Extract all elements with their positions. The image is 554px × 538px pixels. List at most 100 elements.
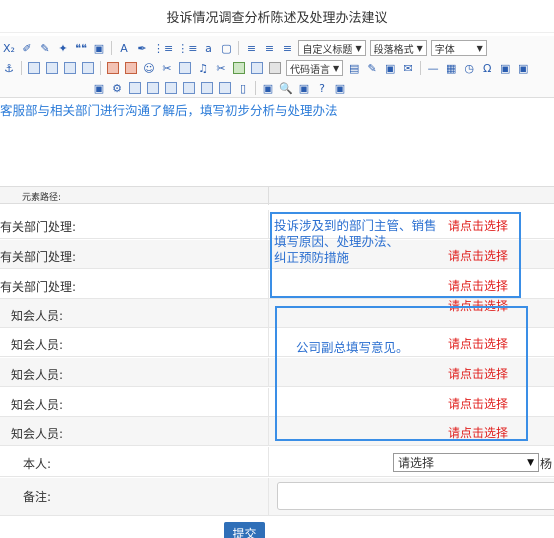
date-icon[interactable]: ▦ [444, 60, 458, 76]
music-icon[interactable]: ♫ [196, 60, 210, 76]
column-divider [268, 240, 269, 268]
image-none-icon[interactable] [28, 62, 40, 74]
snapscreen-icon[interactable]: ▣ [498, 60, 512, 76]
column-divider [268, 388, 269, 416]
image-right-icon[interactable] [64, 62, 76, 74]
print-icon[interactable]: ▣ [261, 80, 275, 96]
insert-image-icon[interactable] [125, 62, 137, 74]
notify-row-label: 知会人员: [11, 368, 64, 382]
time-icon[interactable]: ◷ [462, 60, 476, 76]
image-left-icon[interactable] [46, 62, 58, 74]
custom-title-select-label: 自定义标题 [302, 44, 353, 56]
column-divider [268, 417, 269, 445]
toolbar-row-3: ▣ ⚙ ▯ ▣ 🔍 ▣ ? ▣ [90, 78, 349, 97]
delete-row-icon[interactable] [147, 82, 159, 94]
image-center-icon[interactable] [82, 62, 94, 74]
editor-toolbar: X₂ ✐ ✎ ✦ ❝❝ ▣ A ✒ ⋮≡ ⋮≡ a ▢ ≡ ≡ ≡ 自定义标题 … [0, 36, 554, 98]
table-settings-icon[interactable]: ⚙ [110, 80, 124, 96]
element-path-label: 元素路径: [22, 193, 62, 203]
clear-doc-icon[interactable]: ▢ [219, 40, 233, 56]
blockquote-icon[interactable]: ❝❝ [74, 40, 88, 56]
notify-row-label: 知会人员: [11, 427, 64, 441]
insert-row-icon[interactable] [129, 82, 141, 94]
page-title: 投诉情况调查分析陈述及处理办法建议 [0, 0, 554, 33]
column-divider [268, 299, 269, 327]
ordered-list-icon[interactable]: ⋮≡ [153, 40, 173, 56]
split-rows-icon[interactable]: ▯ [236, 80, 250, 96]
template-icon[interactable]: ▣ [383, 60, 397, 76]
row-spacing-top-icon[interactable]: ≡ [244, 40, 258, 56]
line-height-icon[interactable]: ≡ [280, 40, 294, 56]
remark-input[interactable] [277, 482, 554, 510]
rich-text-editor[interactable]: 客服部与相关部门进行沟通了解后，填写初步分析与处理办法 [0, 98, 554, 186]
dept-annotation-line-2: 填写原因、处理办法、 [274, 234, 400, 249]
chevron-down-icon: ▼ [527, 457, 534, 468]
chevron-down-icon: ▼ [333, 63, 340, 73]
column-divider [268, 358, 269, 386]
custom-title-select[interactable]: 自定义标题 ▼ [298, 40, 366, 56]
toolbar-separator [420, 61, 422, 75]
wordimage-icon[interactable]: ▣ [516, 60, 530, 76]
unordered-list-icon[interactable]: ⋮≡ [177, 40, 197, 56]
notify-row-label: 知会人员: [11, 338, 64, 352]
toolbar-row-1: X₂ ✐ ✎ ✦ ❝❝ ▣ A ✒ ⋮≡ ⋮≡ a ▢ ≡ ≡ ≡ 自定义标题 … [0, 38, 489, 58]
format-brush-icon[interactable]: ✎ [38, 40, 52, 56]
row-spacing-bottom-icon[interactable]: ≡ [262, 40, 276, 56]
page-break-icon[interactable]: ▤ [347, 60, 361, 76]
dept-row-label: 有关部门处理: [0, 280, 77, 294]
simple-upload-icon[interactable] [107, 62, 119, 74]
drafts-icon[interactable]: ▣ [333, 80, 347, 96]
self-select[interactable]: 请选择 ▼ [393, 453, 539, 472]
chevron-down-icon: ▼ [416, 43, 423, 53]
editor-content[interactable]: 客服部与相关部门进行沟通了解后，填写初步分析与处理办法 [0, 100, 338, 119]
self-row-label: 本人: [23, 457, 52, 471]
code-language-select-label: 代码语言 [290, 64, 330, 76]
delete-col-icon[interactable] [183, 82, 195, 94]
highlight-icon[interactable]: ✒ [135, 40, 149, 56]
split-cells-icon[interactable] [219, 82, 231, 94]
submit-button[interactable]: 提交 [224, 522, 265, 538]
dept-row-label: 有关部门处理: [0, 250, 77, 264]
subscript-icon[interactable]: X₂ [2, 40, 16, 56]
chevron-down-icon: ▼ [476, 43, 483, 53]
merge-cells-icon[interactable] [201, 82, 213, 94]
eraser-icon[interactable]: ✐ [20, 40, 34, 56]
insert-frame-icon[interactable] [269, 62, 281, 74]
dept-annotation-line-1: 投诉涉及到的部门主管、销售 [274, 218, 437, 233]
toolbar-row-2: ⚓ ☺ ✂ ♫ ✂ 代码语言 ▼ ▤ ✎ ▣ ✉ — ▦ ◷ Ω ▣ ▣ [0, 58, 532, 78]
webapp-icon[interactable]: ✉ [401, 60, 415, 76]
insert-video-icon[interactable] [179, 62, 191, 74]
column-divider [268, 478, 269, 515]
font-family-select-label: 字体 [434, 44, 455, 56]
gmap-icon[interactable] [251, 62, 263, 74]
dept-annotation-line-3: 纠正预防措施 [274, 250, 350, 265]
toolbar-separator [238, 41, 240, 55]
font-family-select[interactable]: 字体 ▼ [430, 40, 487, 56]
attachment-icon[interactable]: ✂ [214, 60, 228, 76]
select-all-icon[interactable]: a [201, 40, 215, 56]
column-divider [268, 328, 269, 356]
chevron-down-icon: ▼ [355, 43, 362, 53]
notify-annotation-box [275, 306, 528, 441]
background-icon[interactable]: ✎ [365, 60, 379, 76]
pastetext-icon[interactable]: ▣ [92, 40, 106, 56]
preview-icon[interactable]: 🔍 [279, 80, 293, 96]
special-chars-icon[interactable]: Ω [480, 60, 494, 76]
element-path-bar: 元素路径: [0, 186, 554, 205]
scrawl-icon[interactable]: ✂ [160, 60, 174, 76]
help-icon[interactable]: ? [315, 80, 329, 96]
insert-table-icon[interactable]: ▣ [92, 80, 106, 96]
toolbar-separator [100, 61, 101, 75]
column-divider [268, 187, 269, 205]
code-language-select[interactable]: 代码语言 ▼ [286, 60, 344, 76]
search-replace-icon[interactable]: ▣ [297, 80, 311, 96]
insert-col-icon[interactable] [165, 82, 177, 94]
anchor-icon[interactable]: ⚓ [2, 60, 16, 76]
emotion-icon[interactable]: ☺ [142, 60, 156, 76]
horizontal-rule-icon[interactable]: — [426, 60, 440, 76]
paragraph-format-select[interactable]: 段落格式 ▼ [369, 40, 427, 56]
toolbar-separator [111, 41, 112, 55]
map-icon[interactable] [233, 62, 245, 74]
font-color-icon[interactable]: A [117, 40, 131, 56]
auto-format-icon[interactable]: ✦ [56, 40, 70, 56]
